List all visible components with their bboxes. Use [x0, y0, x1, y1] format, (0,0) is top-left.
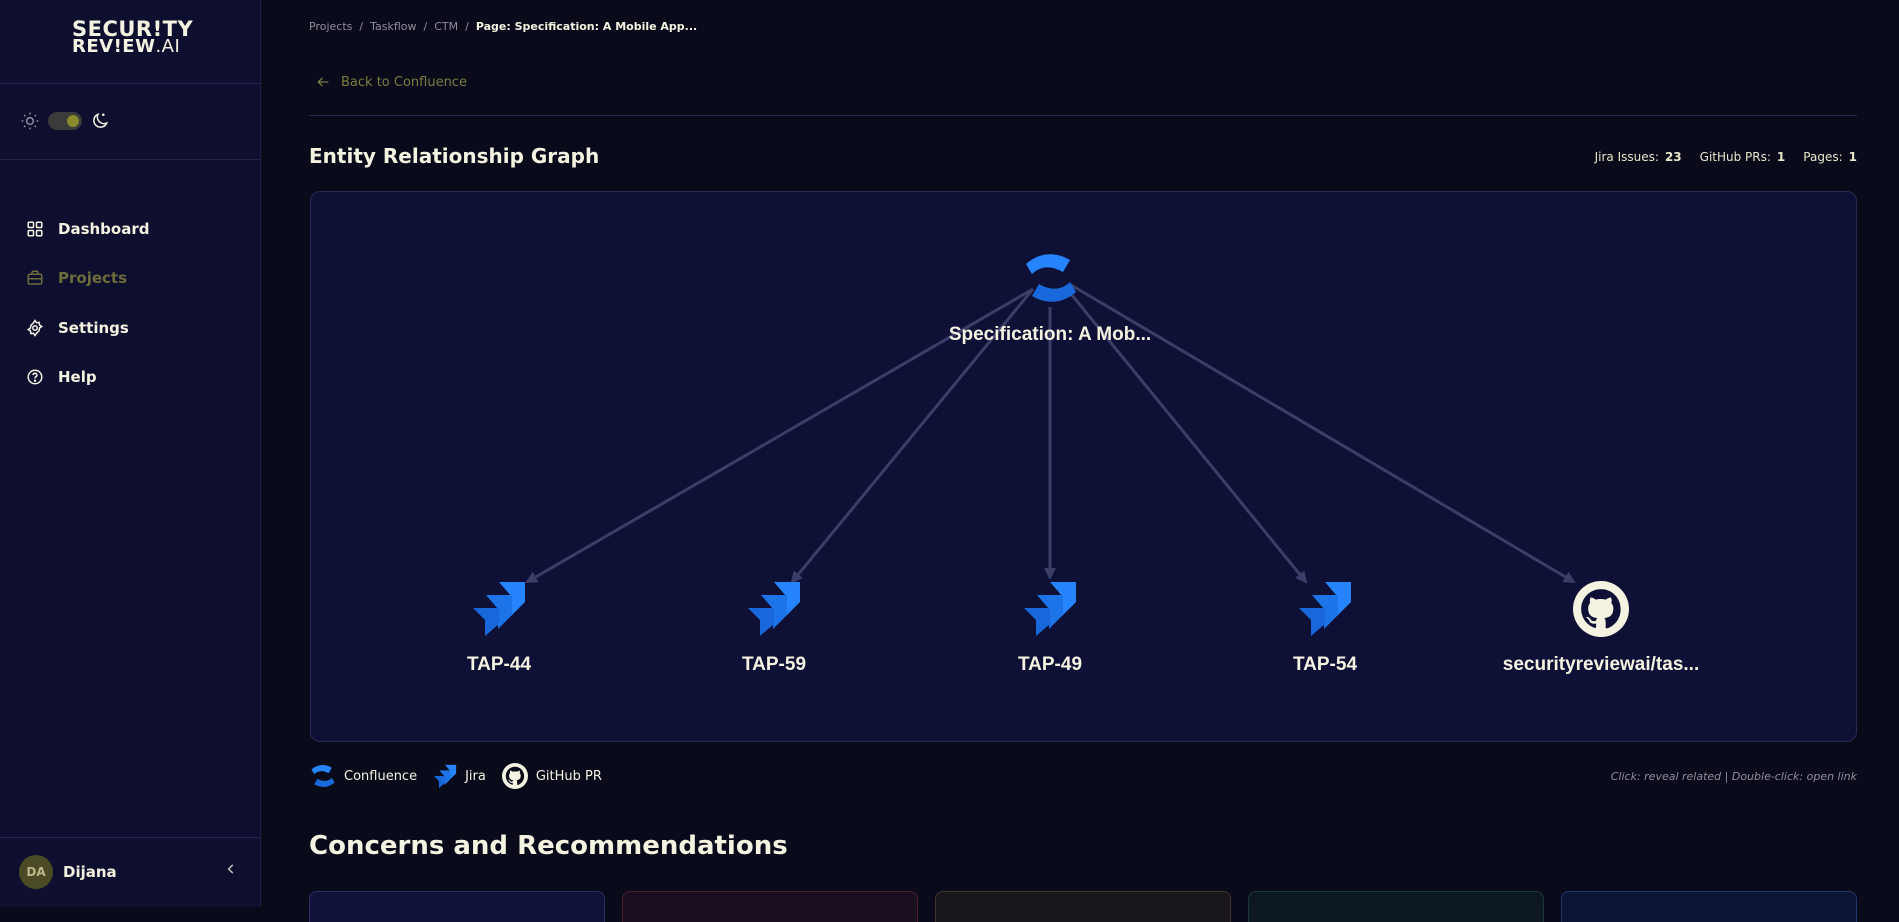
graph-legend: Confluence Jira GitHub PR [310, 763, 602, 789]
stat-pages: Pages: 1 [1803, 150, 1857, 164]
graph-title: Entity Relationship Graph [309, 144, 600, 168]
gear-icon [26, 318, 44, 337]
github-icon [501, 763, 528, 789]
breadcrumb-item[interactable]: CTM [434, 20, 458, 33]
stat-github-prs: GitHub PRs: 1 [1700, 150, 1786, 164]
legend-item-github-pr: GitHub PR [501, 763, 602, 789]
graph-node-label: TAP-49 [1017, 654, 1083, 675]
arrow-left-icon [317, 77, 329, 87]
theme-switcher [20, 109, 110, 133]
legend-item-jira: Jira [433, 764, 486, 788]
legend-label: Jira [465, 768, 486, 784]
jira-icon [433, 764, 457, 788]
breadcrumb-item[interactable]: Projects [309, 20, 352, 33]
sidebar-item-help[interactable]: Help [26, 353, 149, 403]
back-label: Back to Confluence [341, 74, 467, 90]
breadcrumb-current: Page: Specification: A Mobile App... [475, 20, 698, 33]
user-name: Dijana [63, 863, 117, 881]
breadcrumb: Projects / Taskflow / CTM / Page: Specif… [309, 20, 697, 33]
user-profile[interactable]: DA Dijana [19, 855, 117, 889]
jira-icon [1024, 582, 1076, 636]
entity-graph-canvas[interactable]: Specification: A Mob... TAP-44 TAP-59 TA… [310, 191, 1857, 742]
github-icon [1573, 581, 1629, 637]
stat-value: 1 [1848, 150, 1857, 164]
graph-node-label: TAP-44 [466, 654, 532, 675]
logo[interactable]: SECUR!TY REV!EW.AI [72, 19, 193, 56]
divider [0, 837, 260, 838]
sidebar-item-label: Dashboard [58, 219, 150, 238]
collapse-sidebar-button[interactable] [224, 860, 238, 881]
breadcrumb-separator: / [359, 20, 364, 33]
graph-hint: Click: reveal related | Double-click: op… [1610, 770, 1857, 783]
theme-toggle[interactable] [48, 112, 82, 130]
jira-icon [748, 582, 800, 636]
sun-icon [21, 112, 39, 130]
sidebar-item-settings[interactable]: Settings [26, 303, 149, 353]
moon-icon [93, 112, 109, 128]
logo-suffix: .AI [155, 36, 181, 57]
divider [309, 115, 1857, 116]
avatar: DA [19, 855, 53, 889]
jira-icon [473, 582, 525, 636]
sidebar-item-label: Settings [58, 318, 129, 337]
briefcase-icon [27, 270, 43, 285]
sidebar-item-label: Projects [58, 269, 128, 288]
graph-stats: Jira Issues: 23 GitHub PRs: 1 Pages: 1 [1595, 150, 1857, 164]
help-circle-icon [27, 369, 43, 385]
graph-node-label: TAP-54 [1292, 654, 1358, 675]
grid-icon [27, 221, 43, 237]
breadcrumb-separator: / [465, 20, 469, 33]
sidebar: SECUR!TY REV!EW.AI Dashboard Projects Se… [0, 0, 261, 907]
stat-value: 1 [1776, 150, 1786, 164]
sidebar-item-dashboard[interactable]: Dashboard [26, 204, 149, 254]
jira-icon [1299, 582, 1351, 636]
chevron-left-icon [227, 864, 234, 874]
stat-label: Jira Issues: [1594, 150, 1659, 164]
divider [0, 83, 260, 84]
stat-value: 23 [1664, 150, 1682, 164]
graph-node-label: Specification: A Mob... [948, 324, 1152, 345]
sidebar-item-label: Help [58, 368, 97, 387]
stat-jira-issues: Jira Issues: 23 [1595, 150, 1682, 164]
confluence-icon [311, 765, 335, 787]
graph-node-label: securityreviewai/tas... [1502, 654, 1700, 675]
legend-label: Confluence [344, 768, 418, 784]
back-to-confluence-link[interactable]: Back to Confluence [315, 74, 467, 90]
breadcrumb-separator: / [423, 20, 428, 33]
toggle-knob [67, 115, 79, 127]
concerns-title: Concerns and Recommendations [309, 831, 788, 861]
sidebar-nav: Dashboard Projects Settings Help [26, 204, 149, 402]
confluence-icon [1026, 254, 1076, 302]
breadcrumb-item[interactable]: Taskflow [370, 20, 416, 33]
sidebar-item-projects[interactable]: Projects [26, 254, 149, 304]
stat-label: Pages: [1803, 150, 1843, 164]
logo-line-2: REV!EW.AI [72, 38, 182, 56]
divider [0, 159, 260, 160]
legend-label: GitHub PR [535, 768, 602, 784]
legend-item-confluence: Confluence [310, 764, 417, 788]
stat-label: GitHub PRs: [1699, 150, 1771, 164]
logo-line-2-text: REV!EW [72, 36, 156, 57]
graph-node-label: TAP-59 [741, 654, 807, 675]
